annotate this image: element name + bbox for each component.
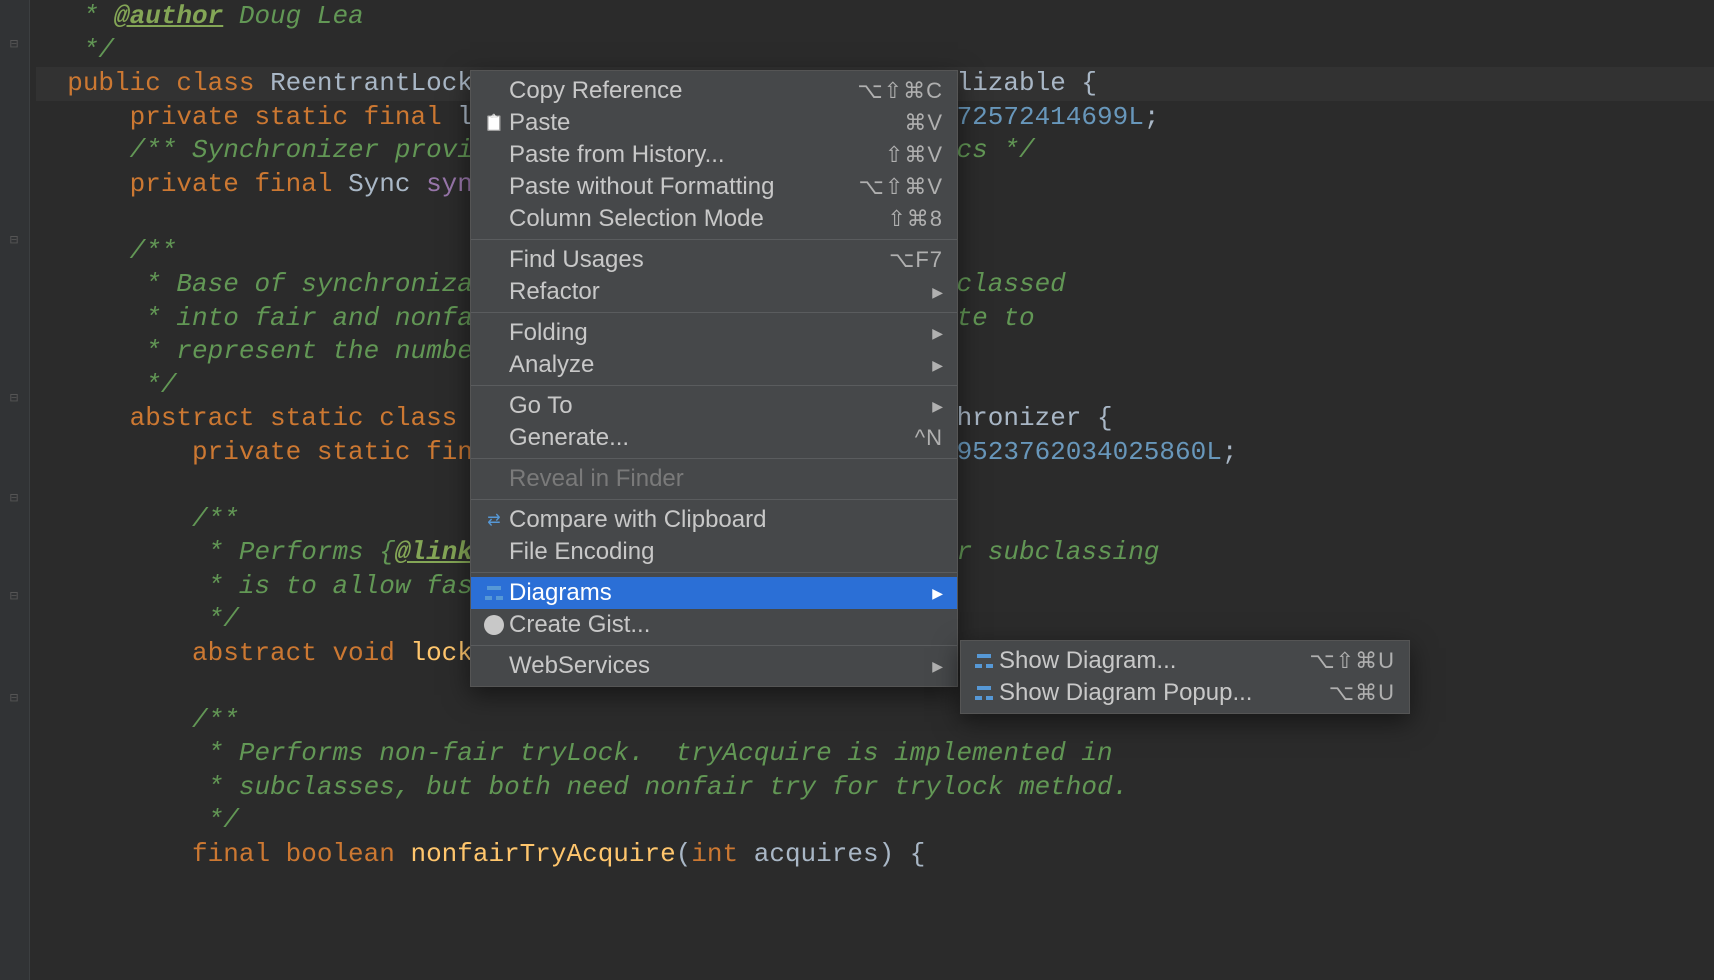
diagram-icon <box>969 686 999 700</box>
diagram-icon <box>479 586 509 600</box>
menu-item-label: Reveal in Finder <box>509 465 943 493</box>
code-line[interactable]: */ <box>36 34 1714 68</box>
submenu-arrow-icon: ▶ <box>932 284 943 301</box>
menu-item-label: Create Gist... <box>509 611 943 639</box>
menu-item-find-usages[interactable]: Find Usages⌥F7 <box>471 244 957 276</box>
menu-item-generate[interactable]: Generate...^N <box>471 422 957 454</box>
paste-icon <box>479 113 509 133</box>
code-line[interactable]: final boolean nonfairTryAcquire(int acqu… <box>36 838 1714 872</box>
menu-item-label: Column Selection Mode <box>509 205 887 233</box>
menu-item-shortcut: ⌘V <box>904 110 943 136</box>
submenu-arrow-icon: ▶ <box>932 658 943 675</box>
menu-item-label: Generate... <box>509 424 915 452</box>
menu-item-file-encoding[interactable]: File Encoding <box>471 536 957 568</box>
menu-item-label: Show Diagram Popup... <box>999 679 1329 707</box>
menu-item-shortcut: ⌥⇧⌘U <box>1309 648 1395 674</box>
menu-item-label: Compare with Clipboard <box>509 506 943 534</box>
github-icon <box>479 615 509 635</box>
code-line[interactable]: * @author Doug Lea <box>36 0 1714 34</box>
menu-item-label: Refactor <box>509 278 924 306</box>
fold-marker[interactable] <box>6 36 22 52</box>
menu-item-shortcut: ⇧⌘8 <box>887 206 943 232</box>
editor-context-menu: Copy Reference⌥⇧⌘CPaste⌘VPaste from Hist… <box>470 70 958 687</box>
fold-marker[interactable] <box>6 390 22 406</box>
submenu-arrow-icon: ▶ <box>932 325 943 342</box>
menu-item-label: Copy Reference <box>509 77 857 105</box>
fold-marker[interactable] <box>6 690 22 706</box>
menu-item-shortcut: ⌥F7 <box>889 247 943 273</box>
menu-item-shortcut: ⌥⌘U <box>1329 680 1395 706</box>
menu-item-label: Folding <box>509 319 924 347</box>
diagram-icon <box>969 654 999 668</box>
menu-separator <box>471 239 957 240</box>
menu-item-paste-without-formatting[interactable]: Paste without Formatting⌥⇧⌘V <box>471 171 957 203</box>
menu-item-paste-from-history[interactable]: Paste from History...⇧⌘V <box>471 139 957 171</box>
submenu-item-show-diagram[interactable]: Show Diagram...⌥⇧⌘U <box>961 645 1409 677</box>
editor-gutter <box>0 0 30 980</box>
menu-item-shortcut: ⌥⇧⌘V <box>859 174 943 200</box>
menu-item-label: WebServices <box>509 652 924 680</box>
menu-separator <box>471 572 957 573</box>
fold-marker[interactable] <box>6 588 22 604</box>
diagrams-submenu: Show Diagram...⌥⇧⌘UShow Diagram Popup...… <box>960 640 1410 714</box>
menu-separator <box>471 458 957 459</box>
menu-item-label: Go To <box>509 392 924 420</box>
menu-item-label: File Encoding <box>509 538 943 566</box>
submenu-arrow-icon: ▶ <box>932 585 943 602</box>
menu-item-shortcut: ⌥⇧⌘C <box>857 78 943 104</box>
menu-item-compare-with-clipboard[interactable]: Compare with Clipboard <box>471 504 957 536</box>
menu-item-paste[interactable]: Paste⌘V <box>471 107 957 139</box>
code-line[interactable]: * subclasses, but both need nonfair try … <box>36 771 1714 805</box>
menu-separator <box>471 385 957 386</box>
menu-separator <box>471 499 957 500</box>
menu-item-analyze[interactable]: Analyze ▶ <box>471 349 957 381</box>
menu-item-label: Show Diagram... <box>999 647 1309 675</box>
menu-item-column-selection-mode[interactable]: Column Selection Mode⇧⌘8 <box>471 203 957 235</box>
menu-item-label: Find Usages <box>509 246 889 274</box>
menu-separator <box>471 312 957 313</box>
menu-item-label: Diagrams <box>509 579 924 607</box>
code-line[interactable]: * Performs non-fair tryLock. tryAcquire … <box>36 737 1714 771</box>
menu-item-label: Paste <box>509 109 904 137</box>
menu-item-shortcut: ^N <box>915 425 943 451</box>
submenu-item-show-diagram-popup[interactable]: Show Diagram Popup...⌥⌘U <box>961 677 1409 709</box>
menu-item-webservices[interactable]: WebServices ▶ <box>471 650 957 682</box>
fold-marker[interactable] <box>6 232 22 248</box>
menu-item-label: Paste without Formatting <box>509 173 859 201</box>
menu-item-shortcut: ⇧⌘V <box>885 142 943 168</box>
menu-separator <box>471 645 957 646</box>
menu-item-copy-reference[interactable]: Copy Reference⌥⇧⌘C <box>471 75 957 107</box>
code-line[interactable]: */ <box>36 804 1714 838</box>
menu-item-refactor[interactable]: Refactor ▶ <box>471 276 957 308</box>
menu-item-reveal-in-finder: Reveal in Finder <box>471 463 957 495</box>
menu-item-folding[interactable]: Folding ▶ <box>471 317 957 349</box>
menu-item-create-gist[interactable]: Create Gist... <box>471 609 957 641</box>
submenu-arrow-icon: ▶ <box>932 398 943 415</box>
code-line[interactable]: /** <box>36 704 1714 738</box>
compare-icon <box>479 510 509 530</box>
menu-item-label: Analyze <box>509 351 924 379</box>
submenu-arrow-icon: ▶ <box>932 357 943 374</box>
menu-item-diagrams[interactable]: Diagrams ▶ <box>471 577 957 609</box>
menu-item-go-to[interactable]: Go To ▶ <box>471 390 957 422</box>
menu-item-label: Paste from History... <box>509 141 885 169</box>
fold-marker[interactable] <box>6 490 22 506</box>
